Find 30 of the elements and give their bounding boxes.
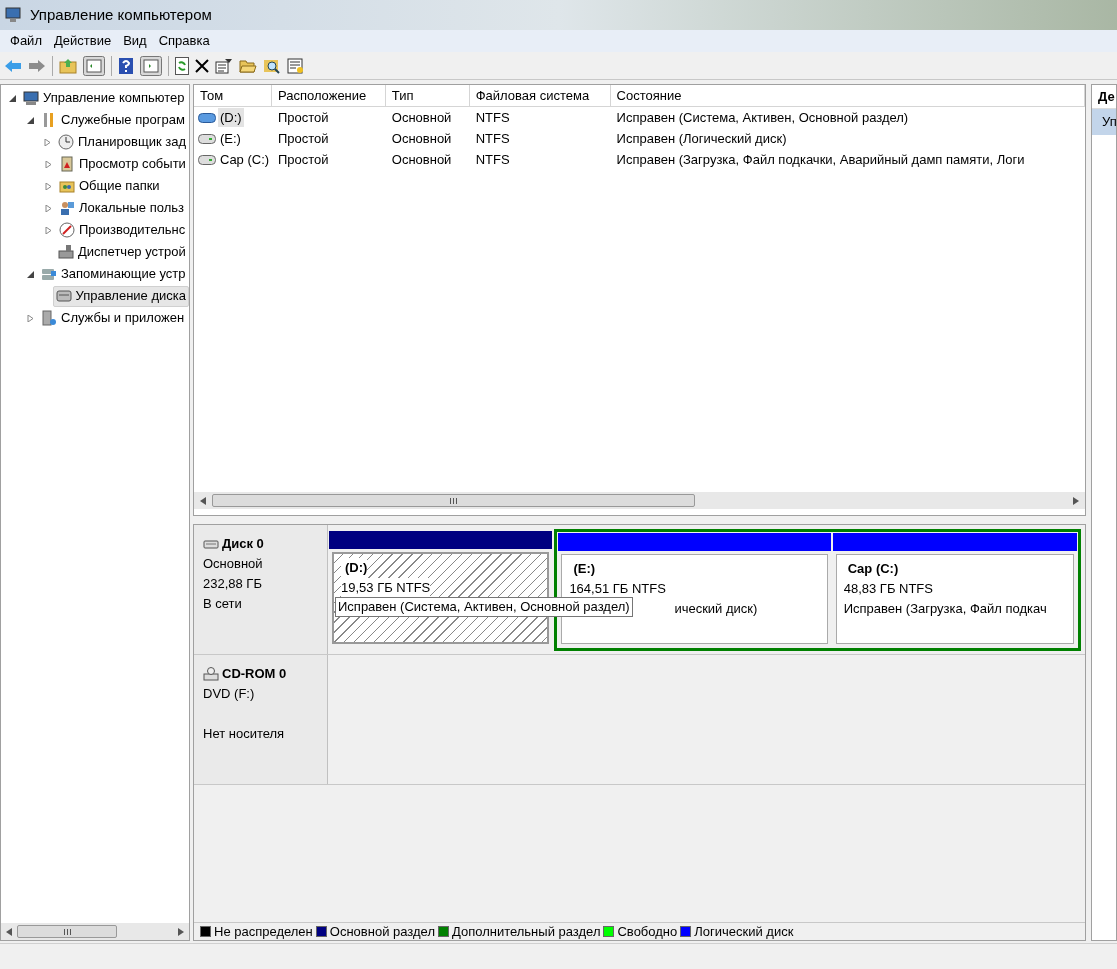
legend-label: Основной раздел — [329, 922, 435, 941]
disk-info: В сети — [203, 595, 242, 613]
table-cell-text: Основной — [391, 129, 452, 148]
table-cell-text: Основной — [391, 108, 452, 127]
table-cell-text: Простой — [277, 108, 329, 127]
partition-size: 19,53 ГБ NTFS — [341, 578, 431, 598]
partition-name: (D:) — [341, 558, 368, 578]
table-cell-text: NTFS — [475, 150, 510, 169]
legend-label: Свободно — [617, 922, 678, 941]
disk-info: DVD (F:) — [203, 685, 255, 703]
table-cell-text: Простой — [277, 129, 329, 148]
legend-label: Не распределен — [214, 922, 313, 941]
disk-name: Диск 0 — [222, 535, 264, 553]
window-title: Управление компьютером — [30, 4, 212, 25]
disk-info: 232,88 ГБ — [203, 575, 262, 593]
legend-label: Логический диск — [694, 922, 794, 941]
table-cell-text: NTFS — [475, 129, 510, 148]
table-cell-text: Исправен (Загрузка, Файл подкачки, Аварийный дамп памяти, Логи — [616, 150, 1025, 169]
legend-label: Дополнительный раздел — [451, 922, 601, 941]
partition-status: Исправен (Загрузка, Файл подкач — [843, 599, 1047, 618]
table-cell-text: Исправен (Логический диск) — [616, 129, 787, 148]
table-cell-text: Исправен (Система, Активен, Основной раздел) — [616, 108, 909, 127]
table-cell-text: Основной — [391, 150, 452, 169]
table-cell-text: NTFS — [475, 108, 510, 127]
table-cell-text: Простой — [277, 150, 329, 169]
disk-info: Основной — [203, 555, 263, 573]
tooltip: Исправен (Система, Активен, Основной раздел) — [335, 597, 633, 617]
disk-name: CD-ROM 0 — [222, 665, 287, 683]
partition-status: ический диск) — [674, 599, 758, 618]
disk-info: Нет носителя — [203, 725, 285, 743]
